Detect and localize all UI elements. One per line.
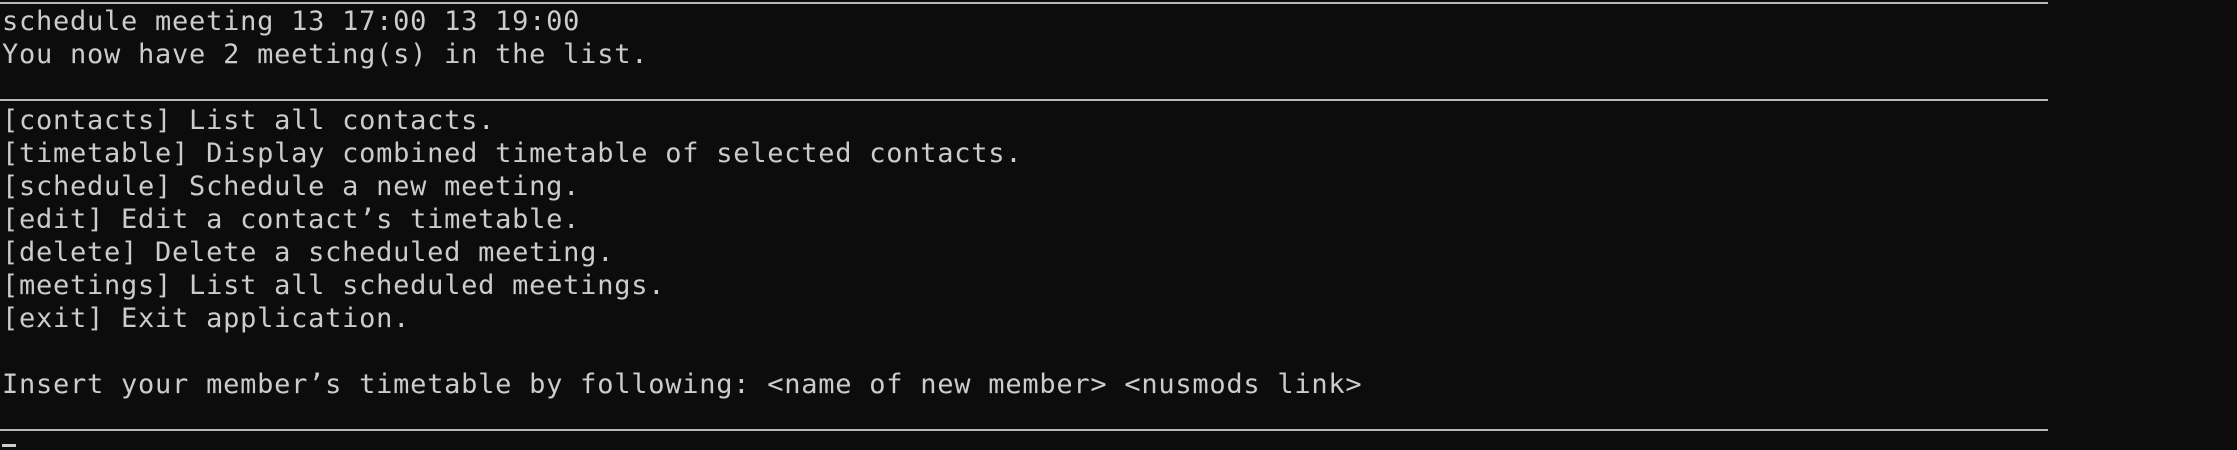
help-item-edit: [edit] Edit a contact’s timetable.: [2, 204, 581, 235]
top-divider: [0, 2, 2048, 4]
command-echo: schedule meeting 13 17:00 13 19:00: [2, 6, 581, 37]
input-cursor[interactable]: [2, 444, 16, 447]
input-instruction-prompt: Insert your member’s timetable by follow…: [2, 369, 1363, 400]
terminal-window[interactable]: schedule meeting 13 17:00 13 19:00 You n…: [0, 0, 2237, 450]
help-item-schedule: [schedule] Schedule a new meeting.: [2, 171, 581, 202]
help-item-timetable: [timetable] Display combined timetable o…: [2, 138, 1023, 169]
bottom-divider: [0, 429, 2048, 431]
help-item-exit: [exit] Exit application.: [2, 303, 411, 334]
help-item-delete: [delete] Delete a scheduled meeting.: [2, 237, 615, 268]
result-message: You now have 2 meeting(s) in the list.: [2, 39, 649, 70]
help-item-contacts: [contacts] List all contacts.: [2, 105, 496, 136]
section-divider: [0, 99, 2048, 101]
help-item-meetings: [meetings] List all scheduled meetings.: [2, 270, 666, 301]
